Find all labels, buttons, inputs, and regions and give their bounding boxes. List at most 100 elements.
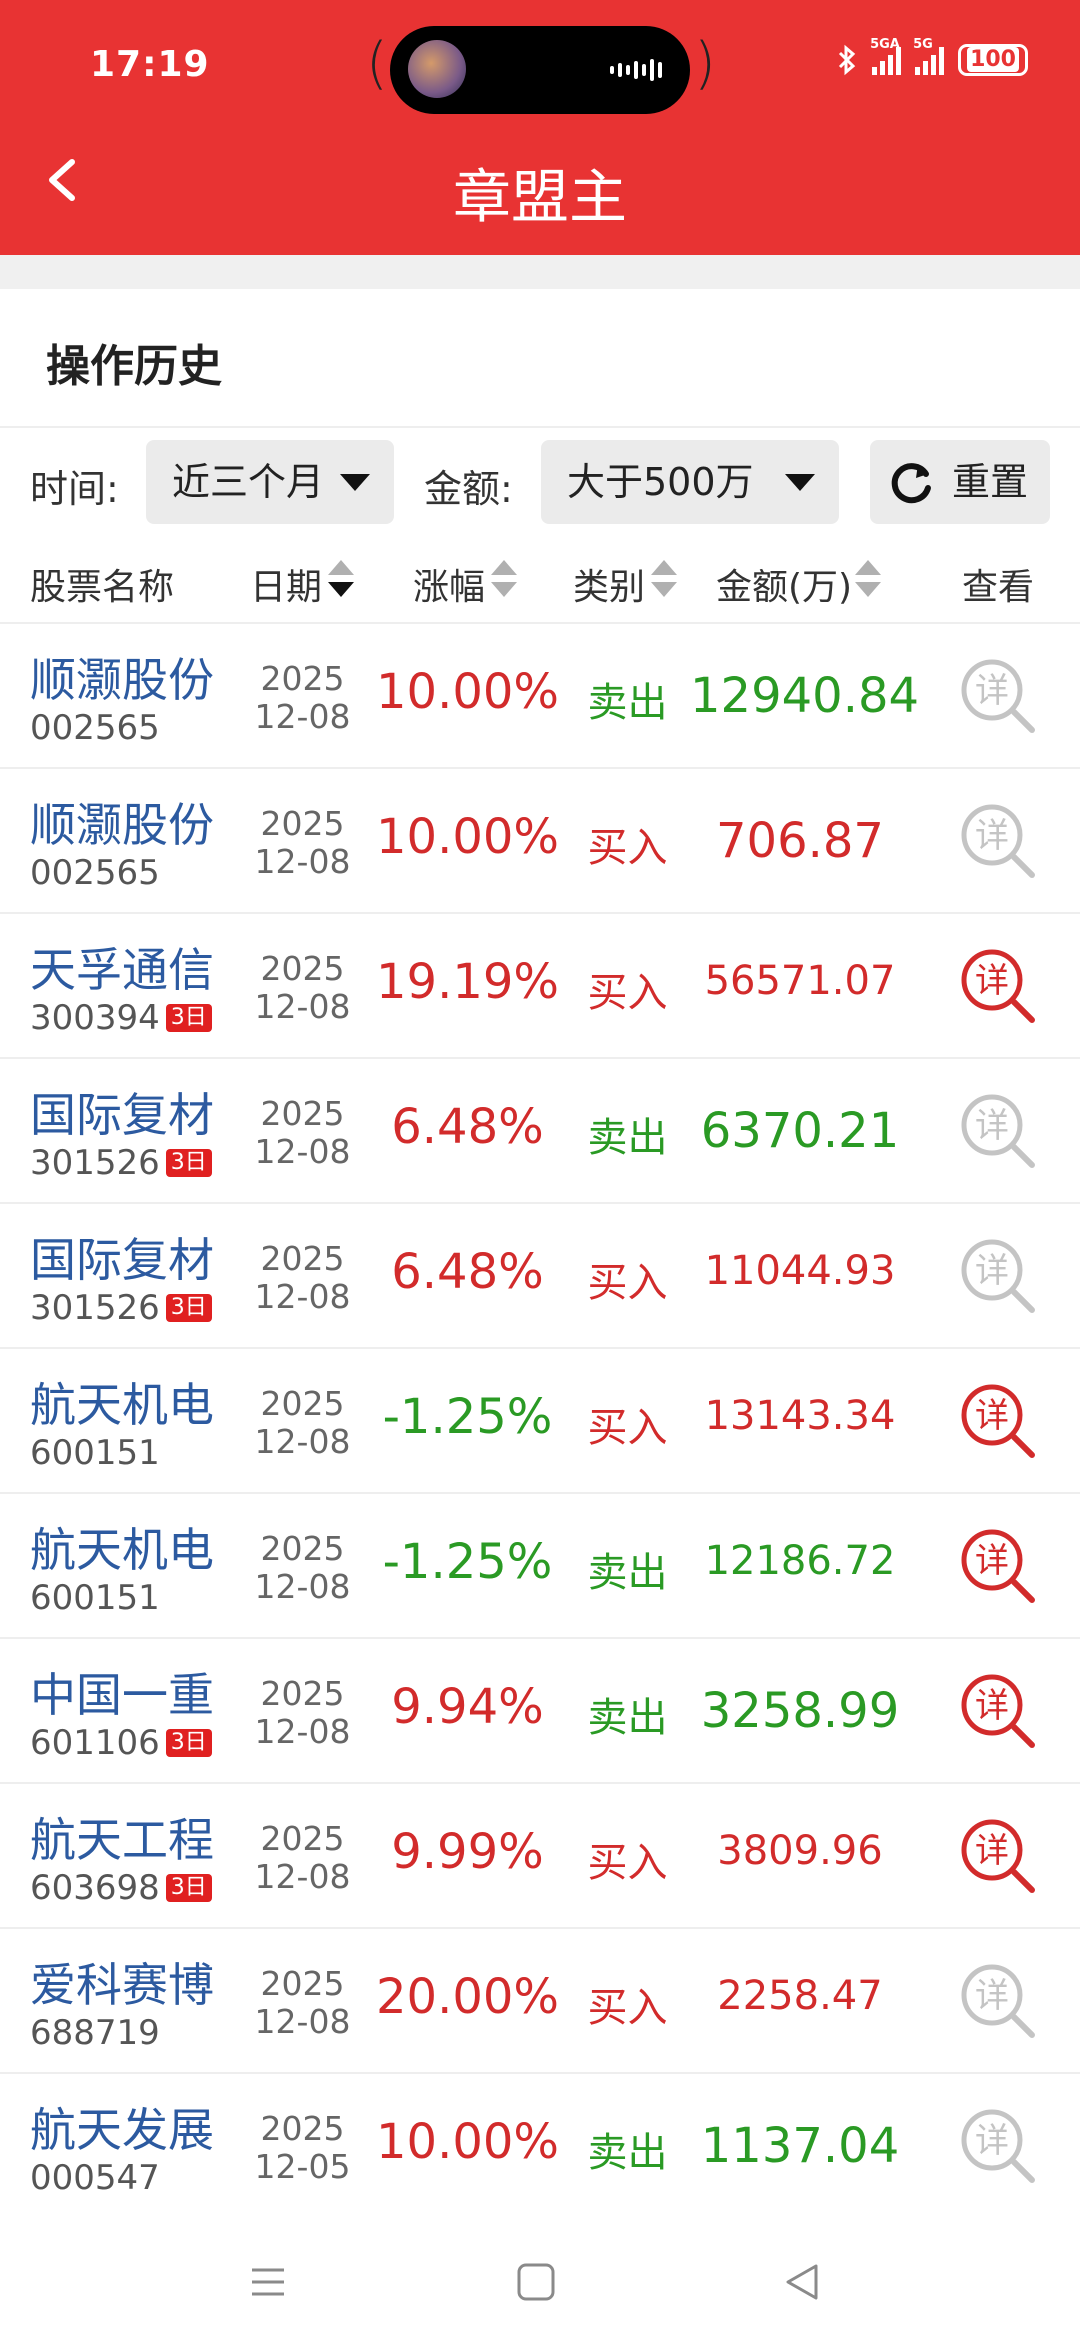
home-square-icon[interactable] [514,2260,558,2304]
column-header-amount[interactable]: 金额(万) [716,558,852,610]
dynamic-island[interactable] [390,26,690,114]
column-header-change[interactable]: 涨幅 [413,558,485,610]
price-change: 6.48% [391,1244,544,1300]
stock-name-link[interactable]: 国际复材 [30,1079,214,1145]
stock-name-link[interactable]: 顺灏股份 [30,789,214,855]
trade-type: 卖出 [587,680,668,726]
menu-icon[interactable] [246,2260,290,2304]
trade-date: 2025 12-08 [240,1240,365,1316]
detail-glyph: 详 [975,2121,1009,2161]
trade-amount: 6370.21 [700,1103,900,1159]
table-row[interactable]: 爱科赛博 688719 2025 12-08 20.00% 买入 2258.47 详 [0,1927,1080,2074]
trade-year: 2025 [260,1529,345,1568]
magnifier-detail-icon[interactable]: 详 [956,1814,1040,1898]
column-header-type[interactable]: 类别 [573,558,645,610]
trade-amount: 56571.07 [704,958,896,1004]
price-change: 9.94% [391,1679,544,1735]
magnifier-detail-icon[interactable]: 详 [956,944,1040,1028]
trade-year: 2025 [260,1819,345,1858]
trade-date: 2025 12-08 [240,1675,365,1751]
table-row[interactable]: 航天发展 000547 2025 12-05 10.00% 卖出 1137.04 详 [0,2072,1080,2219]
battery-level: 100 [967,47,1019,72]
trade-amount: 706.87 [716,813,884,869]
stock-name-link[interactable]: 天孚通信 [30,934,214,1000]
magnifier-detail-icon[interactable]: 详 [956,654,1040,738]
trade-type: 买入 [587,1985,668,2031]
trade-type: 买入 [587,1260,668,1306]
table-row[interactable]: 顺灏股份 002565 2025 12-08 10.00% 卖出 12940.84 详 [0,622,1080,769]
price-change: 10.00% [375,664,560,720]
time-filter-dropdown[interactable]: 近三个月 [146,440,394,524]
reset-button[interactable]: 重置 [870,440,1050,524]
stock-code-value: 300394 [30,998,160,1038]
audio-wave-icon [610,58,662,82]
stock-name-link[interactable]: 航天发展 [30,2094,214,2160]
three-day-badge: 3日 [165,1004,212,1032]
magnifier-detail-icon[interactable]: 详 [956,1089,1040,1173]
trade-amount: 12186.72 [704,1538,896,1584]
amount-filter-dropdown[interactable]: 大于500万 [541,440,839,524]
stock-name-link[interactable]: 中国一重 [30,1659,214,1725]
magnifier-detail-icon[interactable]: 详 [956,1669,1040,1753]
chevron-down-icon [785,474,815,491]
trade-month-day: 12-08 [254,1567,351,1606]
stock-name-link[interactable]: 航天机电 [30,1514,214,1580]
table-row[interactable]: 天孚通信 300394 3日 2025 12-08 19.19% 买入 56571.07 详 [0,912,1080,1059]
trade-date: 2025 12-08 [240,660,365,736]
sort-date-icon[interactable] [328,560,354,600]
trade-year: 2025 [260,1674,345,1713]
trade-date: 2025 12-08 [240,805,365,881]
stock-name-link[interactable]: 国际复材 [30,1224,214,1290]
stock-code: 002565 [30,708,160,748]
sort-type-icon[interactable] [651,560,677,600]
table-row[interactable]: 航天机电 600151 2025 12-08 -1.25% 卖出 12186.72 详 [0,1492,1080,1639]
refresh-icon [891,463,931,504]
stock-name-link[interactable]: 顺灏股份 [30,644,214,710]
table-row[interactable]: 国际复材 301526 3日 2025 12-08 6.48% 买入 11044.93 详 [0,1202,1080,1349]
magnifier-detail-icon[interactable]: 详 [956,799,1040,883]
table-row[interactable]: 航天工程 603698 3日 2025 12-08 9.99% 买入 3809.96 详 [0,1782,1080,1929]
magnifier-detail-icon[interactable]: 详 [956,1379,1040,1463]
table-row[interactable]: 中国一重 601106 3日 2025 12-08 9.94% 卖出 3258.99 详 [0,1637,1080,1784]
trade-month-day: 12-08 [254,1857,351,1896]
stock-code-value: 600151 [30,1433,160,1473]
trade-type: 卖出 [587,1695,668,1741]
section-title: 操作历史 [46,341,222,392]
trade-month-day: 12-08 [254,987,351,1026]
table-row[interactable]: 顺灏股份 002565 2025 12-08 10.00% 买入 706.87 详 [0,767,1080,914]
signal-5g-icon: 5G [913,37,945,75]
trade-month-day: 12-08 [254,1422,351,1461]
stock-code-value: 301526 [30,1288,160,1328]
stock-code-value: 600151 [30,1578,160,1618]
magnifier-detail-icon[interactable]: 详 [956,1234,1040,1318]
trade-date: 2025 12-08 [240,1385,365,1461]
magnifier-detail-icon[interactable]: 详 [956,1959,1040,2043]
sort-amount-icon[interactable] [855,560,881,600]
trade-year: 2025 [260,804,345,843]
column-header-name: 股票名称 [30,567,175,608]
stock-code: 002565 [30,853,160,893]
trade-type: 买入 [587,1405,668,1451]
magnifier-detail-icon[interactable]: 详 [956,2104,1040,2188]
trade-amount: 12940.84 [690,668,920,724]
trade-year: 2025 [260,659,345,698]
status-icons: 5GA 5G 100 [836,37,1028,76]
table-row[interactable]: 航天机电 600151 2025 12-08 -1.25% 买入 13143.34 详 [0,1347,1080,1494]
stock-code: 000547 [30,2158,160,2198]
column-header-date[interactable]: 日期 [250,558,322,610]
trade-amount: 11044.93 [704,1248,896,1294]
stock-code-value: 688719 [30,2013,160,2053]
back-triangle-icon[interactable] [780,2260,824,2304]
sort-change-icon[interactable] [491,560,517,600]
column-header-view: 查看 [962,567,1035,608]
stock-name-link[interactable]: 航天工程 [30,1804,214,1870]
trade-year: 2025 [260,1384,345,1423]
trade-month-day: 12-08 [254,842,351,881]
stock-name-link[interactable]: 爱科赛博 [30,1949,214,2015]
media-thumbnail-icon [408,40,466,98]
stock-name-link[interactable]: 航天机电 [30,1369,214,1435]
amount-filter-value: 大于500万 [567,460,754,504]
magnifier-detail-icon[interactable]: 详 [956,1524,1040,1608]
table-row[interactable]: 国际复材 301526 3日 2025 12-08 6.48% 卖出 6370.21 详 [0,1057,1080,1204]
stock-code: 688719 [30,2013,160,2053]
